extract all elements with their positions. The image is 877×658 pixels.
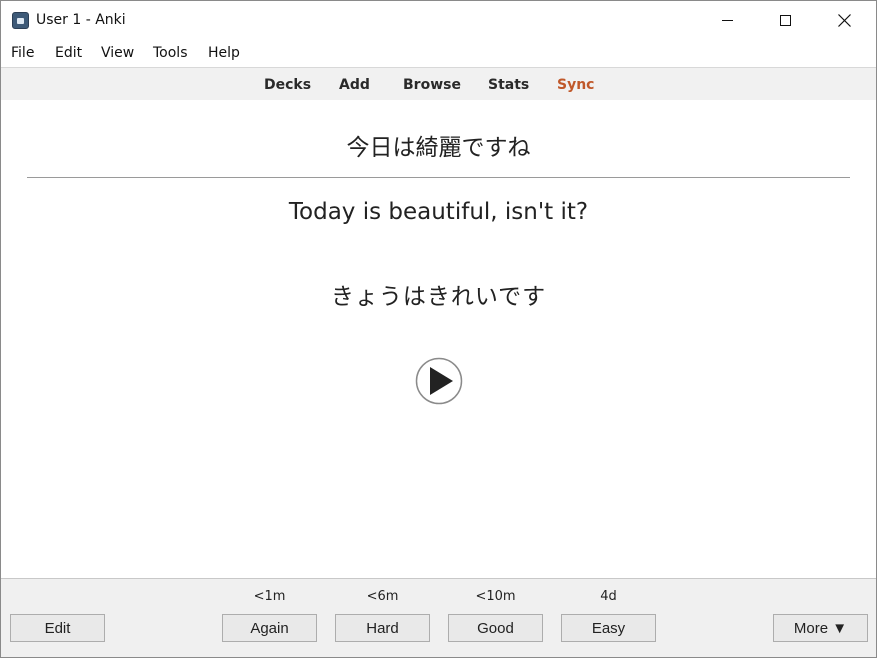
title-bar: User 1 - Anki [1, 1, 876, 39]
card-front-text: 今日は綺麗ですね [346, 135, 531, 161]
menu-bar: File Edit View Tools Help [1, 39, 876, 67]
more-button[interactable]: More ▼ [773, 614, 868, 642]
again-button[interactable]: Again [222, 614, 317, 642]
anki-logo-icon [12, 12, 29, 29]
answer-bar: <1m <6m <10m 4d Edit Again Hard Good Eas… [1, 578, 876, 657]
card-reading-text: きょうはきれいです [330, 284, 547, 310]
answer-divider [27, 177, 850, 178]
toolbar-sync-link[interactable]: Sync [557, 77, 594, 93]
card-view: 今日は綺麗ですね Today is beautiful, isn't it? き… [1, 100, 876, 578]
menu-edit[interactable]: Edit [55, 45, 82, 61]
main-toolbar: Decks Add Browse Stats Sync [1, 67, 876, 100]
again-interval: <1m [253, 589, 286, 604]
card-meaning-text: Today is beautiful, isn't it? [288, 199, 589, 225]
menu-file[interactable]: File [11, 45, 34, 61]
close-icon [837, 13, 851, 27]
play-audio-icon[interactable] [415, 357, 463, 405]
toolbar-add-link[interactable]: Add [339, 77, 370, 93]
easy-interval: 4d [600, 589, 617, 604]
hard-button[interactable]: Hard [335, 614, 430, 642]
toolbar-stats-link[interactable]: Stats [488, 77, 529, 93]
toolbar-browse-link[interactable]: Browse [403, 77, 461, 93]
minimize-icon [721, 19, 733, 21]
menu-view[interactable]: View [101, 45, 134, 61]
edit-button[interactable]: Edit [10, 614, 105, 642]
easy-button[interactable]: Easy [561, 614, 656, 642]
hard-interval: <6m [366, 589, 399, 604]
menu-help[interactable]: Help [208, 45, 240, 61]
menu-tools[interactable]: Tools [153, 45, 188, 61]
maximize-icon [779, 14, 791, 26]
good-interval: <10m [475, 589, 516, 604]
close-button[interactable] [815, 1, 873, 39]
good-button[interactable]: Good [448, 614, 543, 642]
toolbar-decks-link[interactable]: Decks [264, 77, 311, 93]
anki-window: User 1 - Anki File Edit View Tools Help … [0, 0, 877, 658]
window-title: User 1 - Anki [36, 12, 126, 28]
maximize-button[interactable] [756, 1, 814, 39]
minimize-button[interactable] [698, 1, 756, 39]
